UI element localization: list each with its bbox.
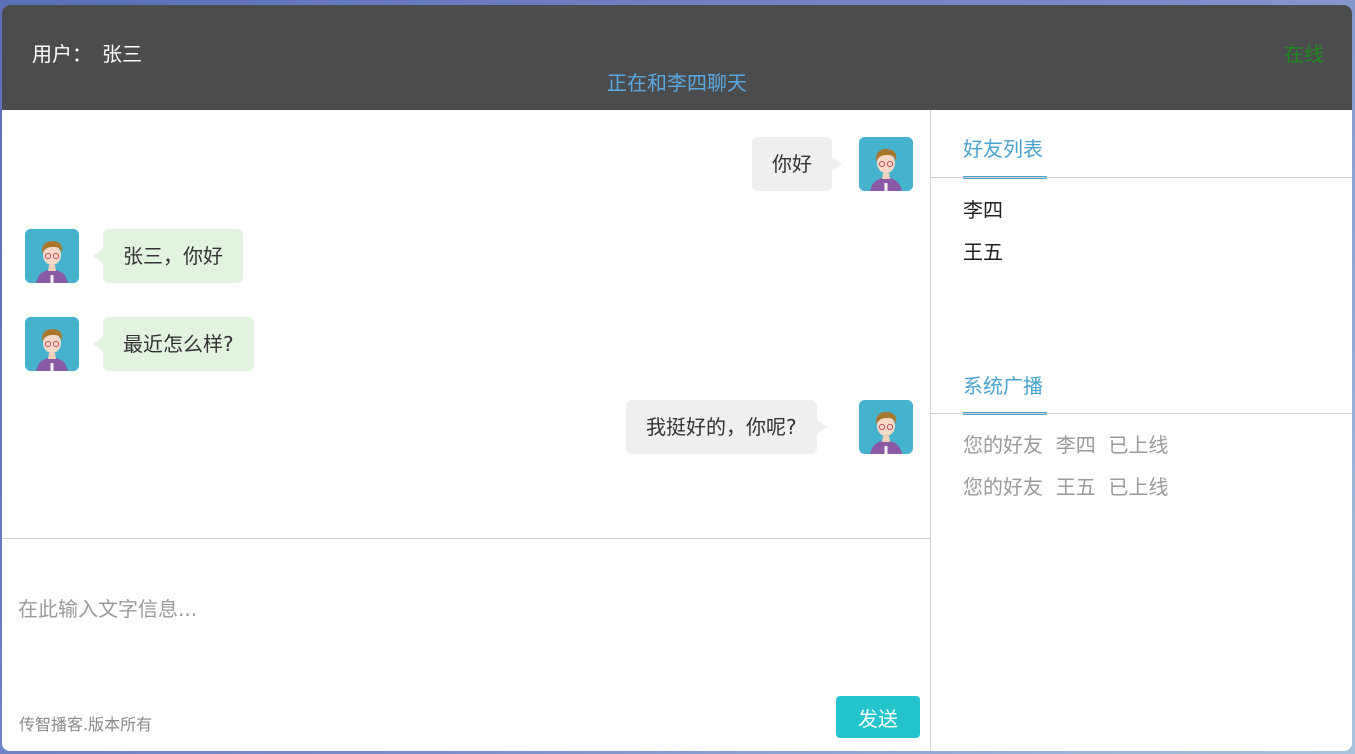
broadcast-title: 系统广播 — [963, 374, 1043, 398]
message-bubble: 张三，你好 — [93, 229, 243, 283]
user-avatar-icon — [25, 229, 79, 283]
online-status: 在线 — [1284, 42, 1324, 66]
friend-item[interactable]: 李四 — [963, 194, 1003, 223]
message-item: 最近怎么样? — [2, 317, 930, 371]
message-input[interactable] — [18, 591, 898, 627]
message-bubble: 你好 — [752, 137, 842, 191]
message-bubble: 我挺好的，你呢? — [626, 400, 827, 454]
broadcast-item: 您的好友 王五 已上线 — [963, 475, 1169, 499]
user-avatar-icon — [859, 400, 913, 454]
sidebar: 好友列表 李四 王五 系统广播 您的好友 李四 已上线 您的好友 王五 已上线 — [931, 110, 1352, 751]
copyright-text: 传智播客.版本所有 — [19, 715, 153, 734]
user-avatar-icon — [859, 137, 913, 191]
chat-window: 用户： 张三 正在和李四聊天 在线 你好 张三，你好 最近怎么样? 我挺好的，你… — [2, 5, 1352, 751]
message-item: 张三，你好 — [2, 229, 930, 283]
friends-divider — [931, 177, 1352, 178]
message-list[interactable]: 你好 张三，你好 最近怎么样? 我挺好的，你呢? — [2, 110, 930, 538]
message-bubble: 最近怎么样? — [93, 317, 254, 371]
user-avatar-icon — [25, 317, 79, 371]
broadcast-divider — [931, 413, 1352, 414]
friend-item[interactable]: 王五 — [963, 236, 1003, 265]
user-label: 用户： — [32, 42, 92, 66]
message-item: 你好 — [2, 137, 930, 191]
user-name: 张三 — [102, 42, 142, 66]
send-button[interactable]: 发送 — [836, 696, 920, 738]
compose-area: 传智播客.版本所有 发送 — [2, 539, 930, 751]
current-user: 用户： 张三 — [32, 38, 142, 67]
broadcast-item: 您的好友 李四 已上线 — [963, 433, 1169, 457]
chat-partner-title: 正在和李四聊天 — [607, 71, 747, 95]
header-bar: 用户： 张三 正在和李四聊天 在线 — [2, 5, 1352, 110]
message-item: 我挺好的，你呢? — [2, 400, 930, 454]
friends-title: 好友列表 — [963, 137, 1043, 161]
